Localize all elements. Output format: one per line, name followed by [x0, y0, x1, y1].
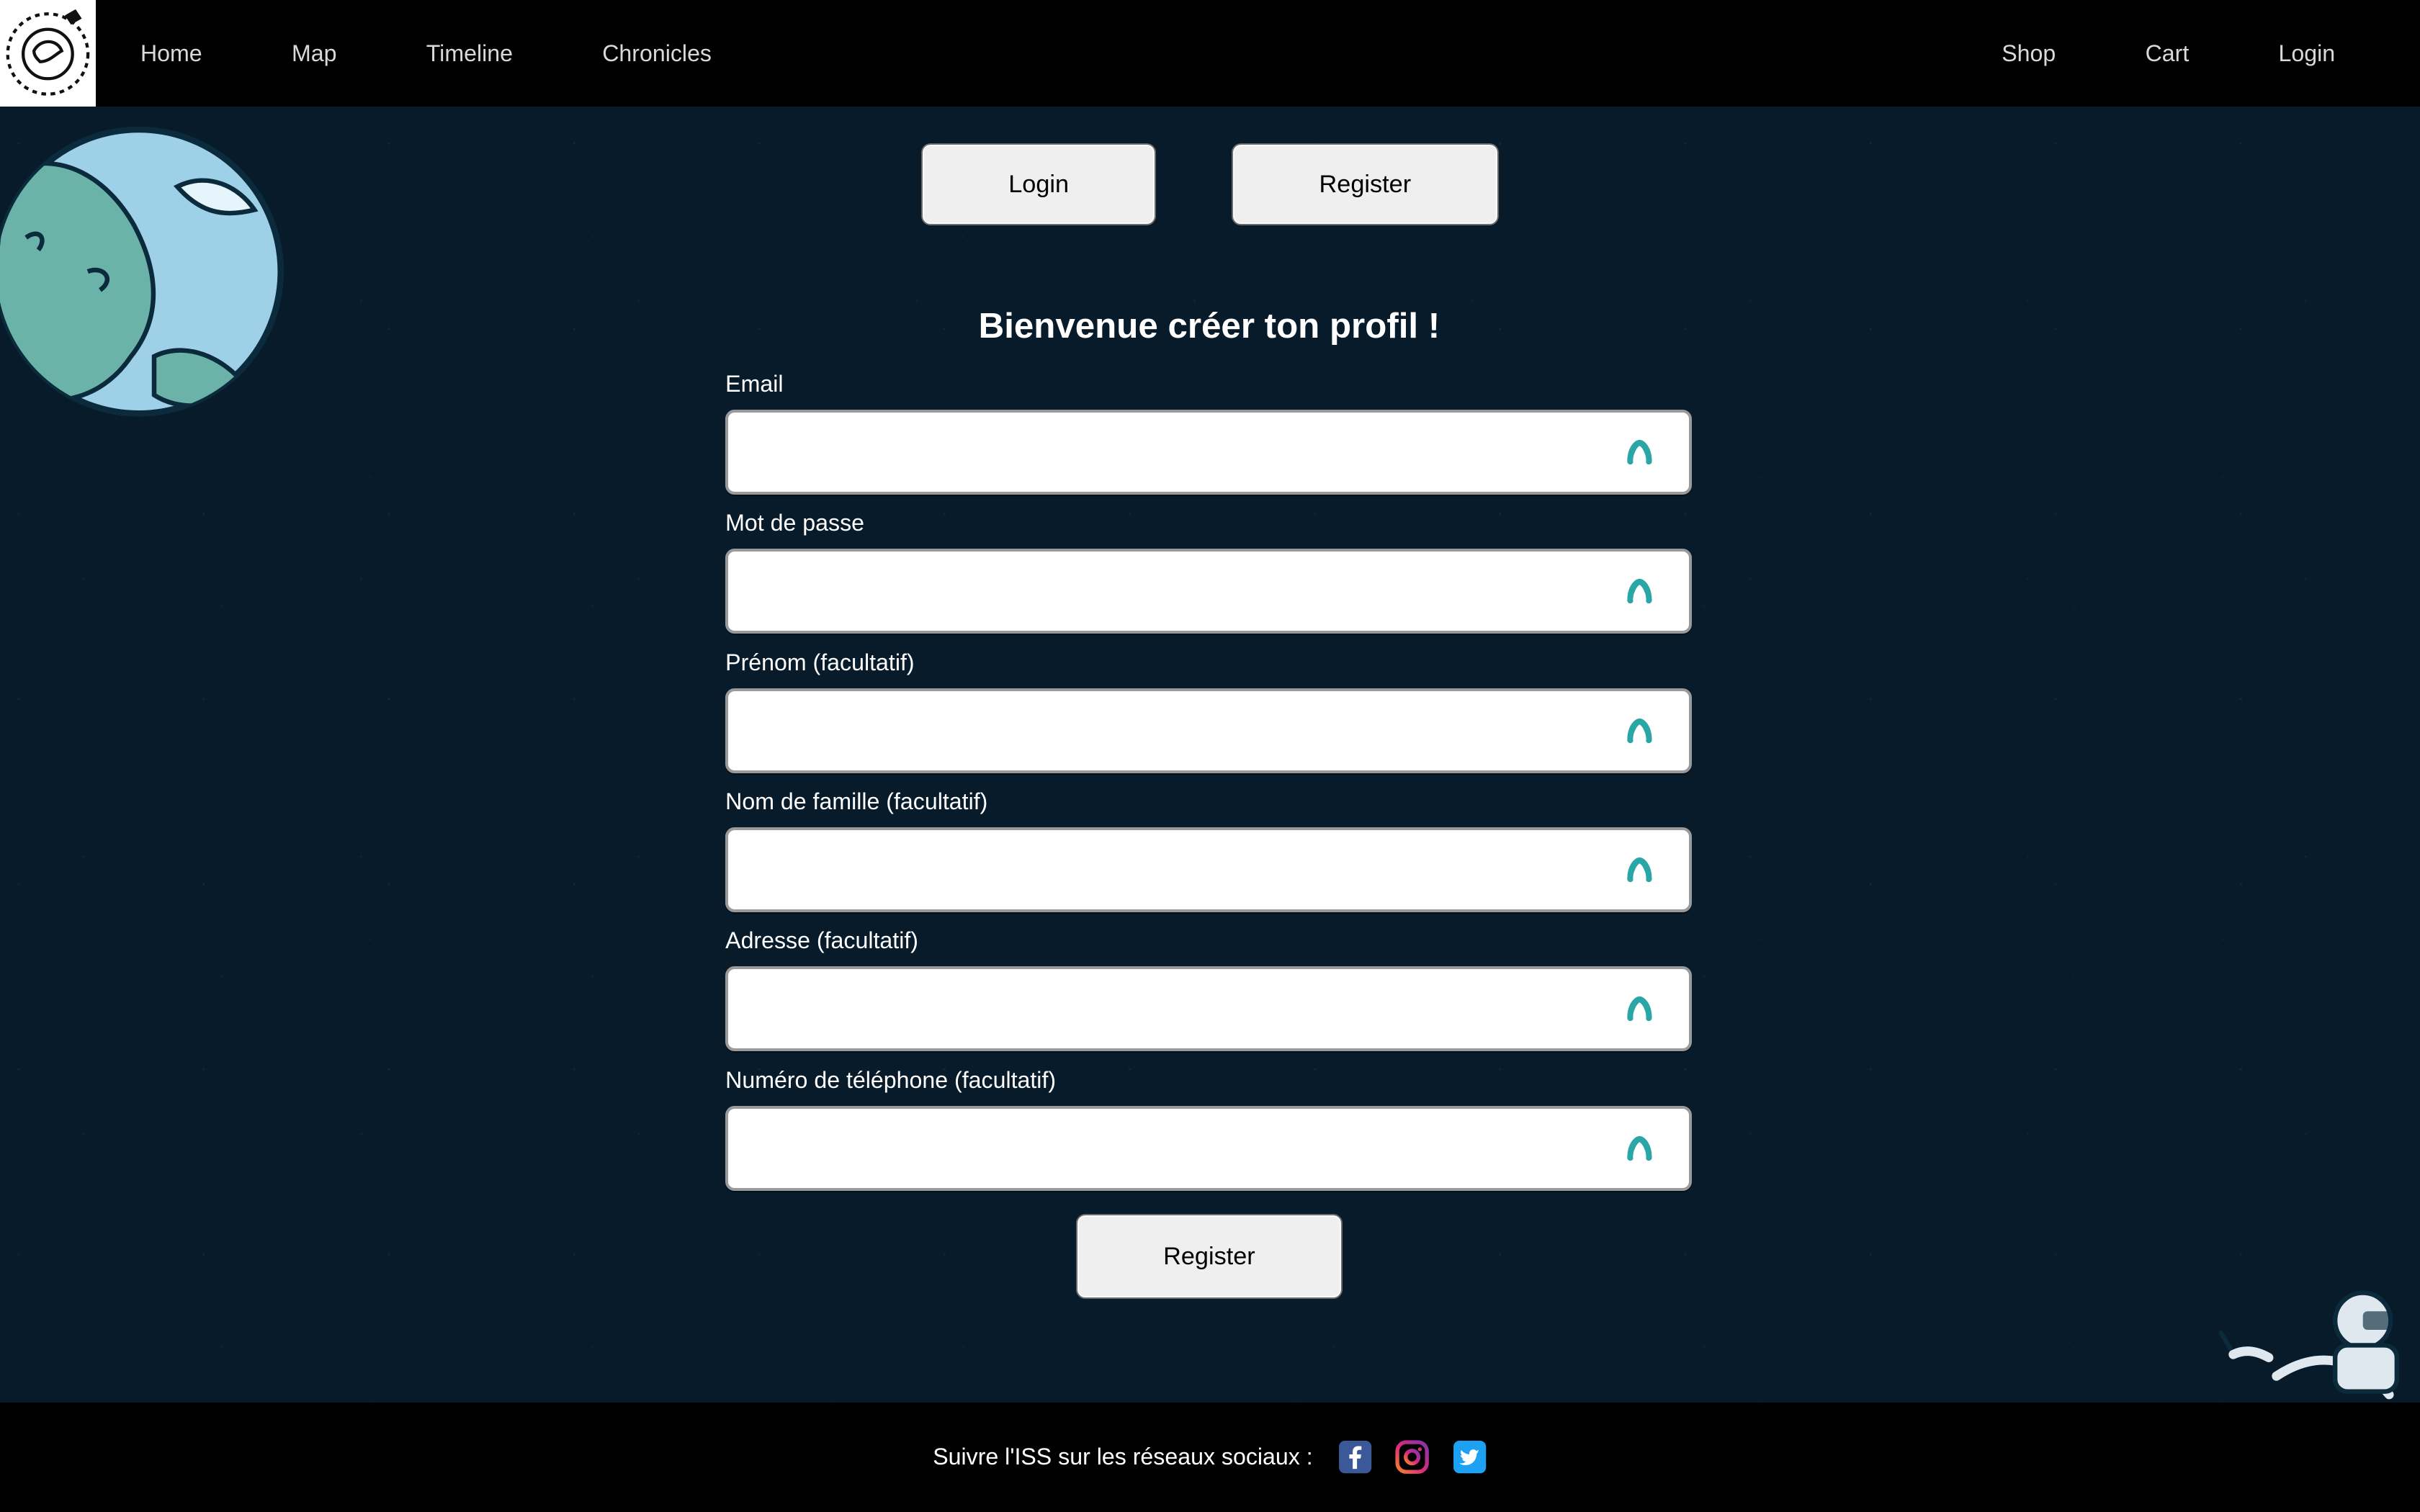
auth-toggle-buttons: Login Register [0, 143, 2420, 225]
twitter-icon[interactable] [1452, 1439, 1487, 1475]
register-tab-button[interactable]: Register [1231, 143, 1499, 225]
submit-row: Register [725, 1213, 1693, 1299]
register-submit-button[interactable]: Register [1075, 1213, 1343, 1299]
first-name-input-container [725, 688, 1692, 773]
logo[interactable] [0, 0, 96, 107]
last-name-input-container [725, 827, 1692, 912]
top-navigation: Home Map Timeline Chronicles Shop Cart L… [0, 0, 2420, 107]
footer: Suivre l'ISS sur les réseaux sociaux : [0, 1402, 2420, 1512]
astronaut-illustration [2218, 1290, 2400, 1400]
last-name-input[interactable] [728, 830, 1689, 909]
email-field-group: Email [725, 371, 1693, 495]
nav-right-links: Shop Cart Login [2002, 42, 2335, 65]
email-input[interactable] [728, 413, 1689, 492]
first-name-field-group: Prénom (facultatif) [725, 649, 1693, 773]
nav-link-cart[interactable]: Cart [2146, 42, 2190, 65]
password-input[interactable] [728, 552, 1689, 631]
instagram-icon[interactable] [1394, 1439, 1430, 1475]
nav-link-chronicles[interactable]: Chronicles [602, 42, 712, 65]
first-name-label: Prénom (facultatif) [725, 649, 915, 675]
nav-link-login[interactable]: Login [2279, 42, 2336, 65]
address-input[interactable] [728, 969, 1689, 1049]
registration-form: Bienvenue créer ton profil ! Email Mot d… [725, 306, 1693, 1299]
page-title: Bienvenue créer ton profil ! [978, 306, 1440, 346]
nav-link-timeline[interactable]: Timeline [426, 42, 513, 65]
password-input-container [725, 549, 1692, 634]
address-field-group: Adresse (facultatif) [725, 927, 1693, 1052]
nav-link-home[interactable]: Home [140, 42, 202, 65]
password-label: Mot de passe [725, 510, 865, 536]
phone-label: Numéro de téléphone (facultatif) [725, 1066, 1057, 1093]
phone-field-group: Numéro de téléphone (facultatif) [725, 1067, 1693, 1191]
nav-left-links: Home Map Timeline Chronicles [140, 42, 2002, 65]
footer-social: Suivre l'ISS sur les réseaux sociaux : [0, 1439, 2420, 1475]
nav-link-map[interactable]: Map [292, 42, 337, 65]
email-input-container [725, 410, 1692, 495]
social-icons [1337, 1439, 1487, 1475]
last-name-label: Nom de famille (facultatif) [725, 788, 988, 814]
phone-input-container [725, 1105, 1692, 1191]
nav-link-shop[interactable]: Shop [2002, 42, 2056, 65]
page: Home Map Timeline Chronicles Shop Cart L… [0, 0, 2420, 1512]
earth-logo-icon [6, 9, 90, 96]
email-label: Email [725, 370, 784, 397]
social-text: Suivre l'ISS sur les réseaux sociaux : [933, 1444, 1313, 1470]
phone-input[interactable] [728, 1108, 1689, 1188]
address-input-container [725, 966, 1692, 1052]
last-name-field-group: Nom de famille (facultatif) [725, 788, 1693, 912]
facebook-icon[interactable] [1337, 1439, 1373, 1475]
password-field-group: Mot de passe [725, 510, 1693, 634]
login-tab-button[interactable]: Login [921, 143, 1156, 225]
address-label: Adresse (facultatif) [725, 927, 918, 954]
first-name-input[interactable] [728, 690, 1689, 770]
earth-illustration [0, 126, 284, 417]
